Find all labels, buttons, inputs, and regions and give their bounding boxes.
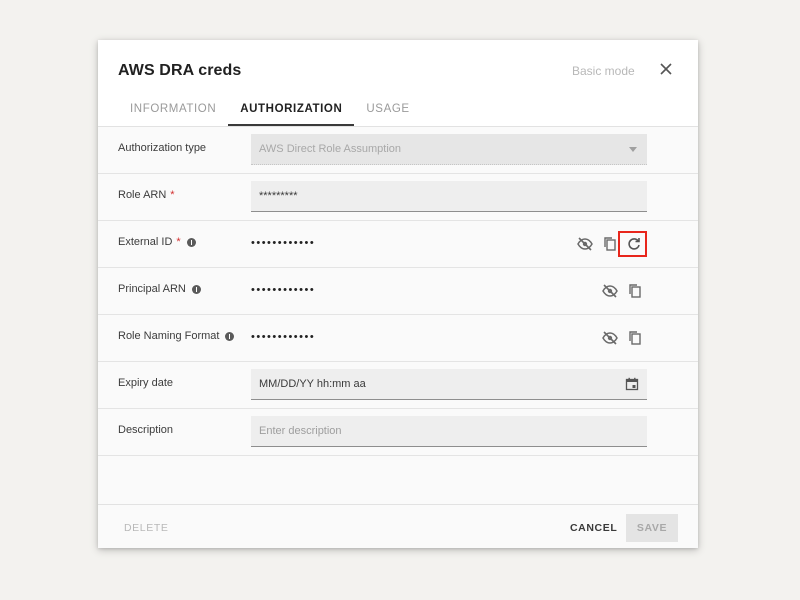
expiry-date-label: Expiry date bbox=[118, 377, 173, 389]
authorization-form: Authorization type AWS Direct Role Assum… bbox=[98, 126, 698, 504]
close-button[interactable] bbox=[657, 60, 675, 78]
copy-icon bbox=[604, 237, 616, 251]
principal-arn-label-text: Principal ARN bbox=[118, 283, 186, 295]
role-arn-value: ********* bbox=[259, 190, 298, 202]
expiry-date-label-text: Expiry date bbox=[118, 377, 174, 389]
row-external-id: External ID * •••••••••••• bbox=[98, 221, 698, 268]
authorization-type-select[interactable]: AWS Direct Role Assumption bbox=[251, 134, 647, 165]
expiry-date-input[interactable]: MM/DD/YY hh:mm aa bbox=[251, 369, 647, 400]
expiry-date-placeholder: MM/DD/YY hh:mm aa bbox=[259, 378, 366, 390]
external-id-label-text: External ID bbox=[118, 236, 173, 248]
dialog-footer: DELETE CANCEL SAVE bbox=[98, 504, 698, 548]
role-naming-format-label-text: Role Naming Format bbox=[118, 330, 220, 342]
authorization-type-value: AWS Direct Role Assumption bbox=[259, 143, 402, 155]
save-button[interactable]: SAVE bbox=[626, 514, 678, 542]
authorization-type-label-text: Authorization type bbox=[118, 142, 207, 154]
tab-authorization[interactable]: AUTHORIZATION bbox=[228, 92, 355, 126]
calendar-icon[interactable] bbox=[625, 377, 639, 391]
role-arn-label-text: Role ARN bbox=[118, 189, 167, 201]
role-arn-input[interactable]: ********* bbox=[251, 181, 647, 212]
tab-information[interactable]: INFORMATION bbox=[118, 92, 228, 126]
tab-bar: INFORMATION AUTHORIZATION USAGE bbox=[118, 92, 422, 126]
close-icon bbox=[660, 63, 672, 75]
hide-role-naming-format-button[interactable] bbox=[601, 329, 619, 347]
row-expiry-date: Expiry date MM/DD/YY hh:mm aa bbox=[98, 362, 698, 409]
hide-principal-arn-button[interactable] bbox=[601, 282, 619, 300]
cancel-button[interactable]: CANCEL bbox=[570, 522, 617, 534]
eye-off-icon bbox=[577, 237, 593, 251]
principal-arn-label: Principal ARN bbox=[118, 283, 201, 295]
eye-off-icon bbox=[602, 331, 618, 345]
external-id-label: External ID * bbox=[118, 236, 196, 248]
copy-external-id-button[interactable] bbox=[601, 235, 619, 253]
chevron-down-icon bbox=[629, 147, 637, 152]
copy-principal-arn-button[interactable] bbox=[626, 282, 644, 300]
role-naming-format-label: Role Naming Format bbox=[118, 330, 235, 342]
required-mark: * bbox=[176, 236, 181, 248]
external-id-value: •••••••••••• bbox=[251, 237, 316, 249]
copy-icon bbox=[629, 284, 641, 298]
dialog-header: AWS DRA creds Basic mode INFORMATION AUT… bbox=[98, 40, 698, 126]
row-role-arn: Role ARN * ********* bbox=[98, 174, 698, 221]
info-icon[interactable] bbox=[191, 284, 201, 294]
row-authorization-type: Authorization type AWS Direct Role Assum… bbox=[98, 127, 698, 174]
required-mark: * bbox=[170, 189, 175, 201]
row-principal-arn: Principal ARN •••••••••••• bbox=[98, 268, 698, 315]
description-input[interactable]: Enter description bbox=[251, 416, 647, 447]
copy-role-naming-format-button[interactable] bbox=[626, 329, 644, 347]
info-icon[interactable] bbox=[186, 237, 196, 247]
role-arn-label: Role ARN * bbox=[118, 189, 175, 201]
description-placeholder: Enter description bbox=[259, 425, 342, 437]
hide-external-id-button[interactable] bbox=[576, 235, 594, 253]
description-label: Description bbox=[118, 424, 173, 436]
eye-off-icon bbox=[602, 284, 618, 298]
copy-icon bbox=[629, 331, 641, 345]
role-naming-format-value: •••••••••••• bbox=[251, 331, 316, 343]
principal-arn-value: •••••••••••• bbox=[251, 284, 316, 296]
info-icon[interactable] bbox=[225, 331, 235, 341]
dialog-title: AWS DRA creds bbox=[118, 62, 242, 79]
delete-button[interactable]: DELETE bbox=[124, 522, 168, 534]
row-description: Description Enter description bbox=[98, 409, 698, 456]
credentials-dialog: AWS DRA creds Basic mode INFORMATION AUT… bbox=[98, 40, 698, 548]
tab-usage[interactable]: USAGE bbox=[354, 92, 421, 126]
refresh-highlight-box bbox=[618, 231, 647, 257]
description-label-text: Description bbox=[118, 424, 174, 436]
basic-mode-toggle[interactable]: Basic mode bbox=[572, 64, 635, 78]
authorization-type-label: Authorization type bbox=[118, 142, 206, 154]
row-role-naming-format: Role Naming Format •••••••••••• bbox=[98, 315, 698, 362]
